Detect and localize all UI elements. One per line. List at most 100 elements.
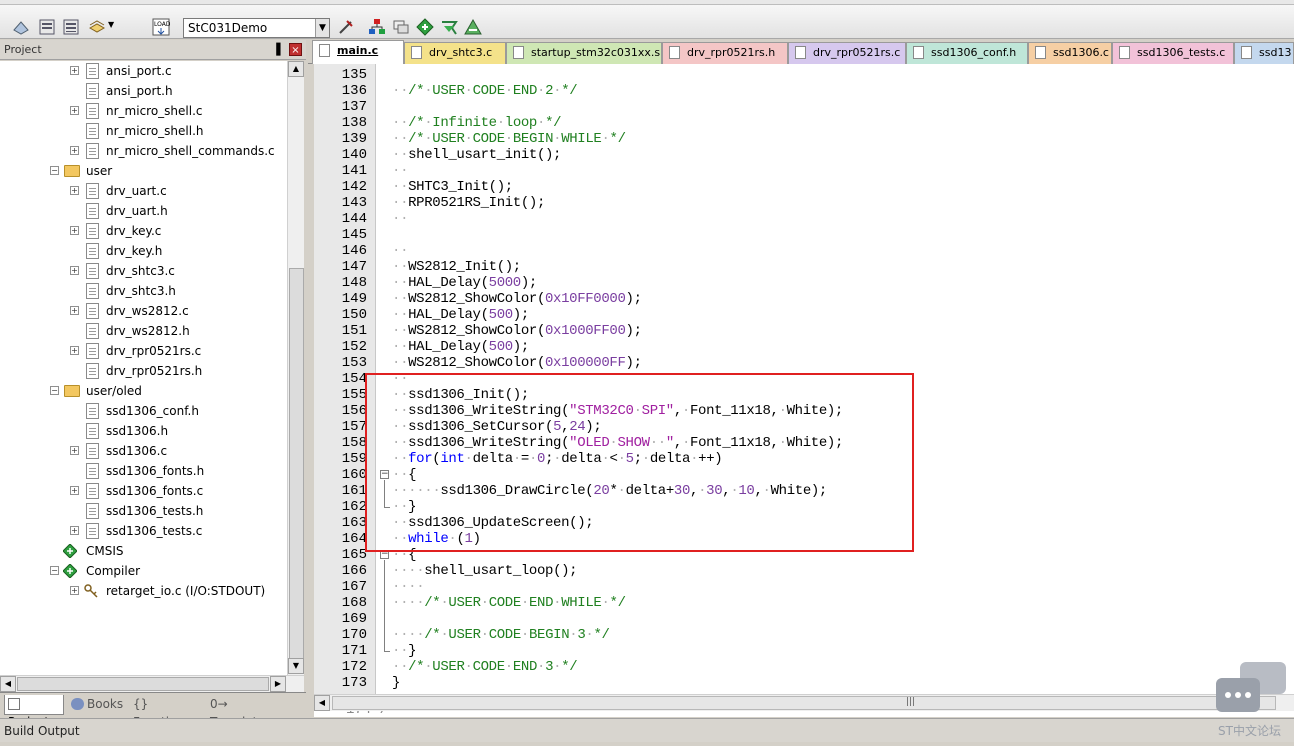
editor-tab[interactable]: drv_rpr0521rs.c — [788, 42, 906, 64]
expander-icon[interactable]: − — [50, 386, 59, 395]
scroll-left-icon[interactable]: ◀ — [0, 676, 16, 692]
expander-icon[interactable]: + — [70, 186, 79, 195]
code-line[interactable]: ··shell_usart_init(); — [392, 147, 561, 163]
manage-components-icon[interactable] — [368, 18, 386, 36]
scroll-up-icon[interactable]: ▲ — [288, 61, 304, 77]
scroll-left-icon[interactable]: ◀ — [314, 695, 330, 711]
build-output-header: Build Output — [0, 718, 1294, 742]
code-line[interactable]: ··/*·USER·CODE·BEGIN·WHILE·*/ — [392, 131, 626, 147]
scroll-thumb[interactable] — [17, 677, 269, 691]
expander-icon[interactable]: + — [70, 226, 79, 235]
editor-tab[interactable]: startup_stm32c031xx.s — [506, 42, 662, 64]
code-line[interactable]: ··WS2812_ShowColor(0x100000FF); — [392, 355, 642, 371]
expander-icon[interactable]: + — [70, 146, 79, 155]
folder-icon — [64, 165, 80, 177]
code-line[interactable]: } — [392, 675, 400, 691]
code-line[interactable]: ····/*·USER·CODE·END·WHILE·*/ — [392, 595, 626, 611]
editor-tab[interactable]: ssd1306_tests.c — [1112, 42, 1234, 64]
scroll-down-icon[interactable]: ▼ — [288, 658, 304, 674]
close-icon[interactable]: × — [289, 43, 302, 56]
fold-end — [384, 651, 390, 652]
code-line[interactable]: ···· — [392, 579, 425, 595]
code-line[interactable]: ··HAL_Delay(5000); — [392, 275, 537, 291]
rebuild-icon[interactable] — [62, 18, 80, 36]
editor-tab[interactable]: drv_shtc3.c — [404, 42, 506, 64]
code-line[interactable]: ··WS2812_ShowColor(0x1000FF00); — [392, 323, 642, 339]
panel-tab[interactable]: Books — [68, 695, 126, 715]
expander-icon[interactable]: + — [70, 446, 79, 455]
line-number: 143 — [341, 195, 367, 211]
code-line[interactable]: ·· — [392, 163, 408, 179]
tree-item-label: drv_rpr0521rs.c — [106, 344, 202, 358]
chevron-down-icon[interactable]: ▼ — [108, 20, 114, 29]
expander-icon[interactable]: + — [70, 486, 79, 495]
code-line[interactable]: ··SHTC3_Init(); — [392, 179, 513, 195]
window-layout-icon[interactable] — [392, 18, 410, 36]
load-icon[interactable]: LOAD — [152, 18, 170, 36]
file-icon — [86, 263, 99, 279]
expander-icon[interactable]: + — [70, 526, 79, 535]
key-icon — [84, 584, 98, 598]
code-line[interactable]: ··/*·USER·CODE·END·2·*/ — [392, 83, 578, 99]
file-icon — [86, 503, 99, 519]
code-line[interactable]: ····shell_usart_loop(); — [392, 563, 578, 579]
editor-horizontal-scrollbar[interactable]: ◀ ||| — [314, 694, 1294, 711]
options-icon[interactable] — [337, 18, 355, 36]
file-icon — [86, 143, 99, 159]
code-line[interactable]: ··WS2812_Init(); — [392, 259, 521, 275]
code-line[interactable]: ·· — [392, 211, 408, 227]
editor-tab[interactable]: drv_rpr0521rs.h — [662, 42, 788, 64]
scroll-thumb[interactable]: ||| — [332, 696, 1276, 710]
line-number: 172 — [341, 659, 367, 675]
code-line[interactable]: ··HAL_Delay(500); — [392, 307, 529, 323]
code-line[interactable]: ··WS2812_ShowColor(0x10FF0000); — [392, 291, 642, 307]
line-number: 146 — [341, 243, 367, 259]
expander-icon[interactable]: + — [70, 306, 79, 315]
debug-icon[interactable] — [416, 18, 434, 36]
books-icon — [71, 698, 84, 710]
code-line[interactable]: ··RPR0521RS_Init(); — [392, 195, 545, 211]
build-icon[interactable] — [38, 18, 56, 36]
file-icon — [86, 243, 99, 259]
svg-text:LOAD: LOAD — [154, 21, 170, 28]
code-line[interactable]: ··/*·USER·CODE·END·3·*/ — [392, 659, 578, 675]
panel-tab[interactable]: 0→ Templates — [207, 695, 287, 729]
line-number: 157 — [341, 419, 367, 435]
expander-icon[interactable]: + — [70, 266, 79, 275]
scroll-thumb[interactable] — [289, 268, 304, 668]
code-line[interactable]: ····/*·USER·CODE·BEGIN·3·*/ — [392, 627, 610, 643]
editor-tab[interactable]: ssd1306_conf.h — [906, 42, 1028, 64]
expander-icon[interactable]: + — [70, 66, 79, 75]
code-line[interactable]: ··HAL_Delay(500); — [392, 339, 529, 355]
code-line[interactable]: ··} — [392, 643, 417, 659]
tree-item-label: drv_ws2812.c — [106, 304, 189, 318]
line-number: 168 — [341, 595, 367, 611]
editor-tab[interactable]: ssd1306.c — [1028, 42, 1112, 64]
line-number: 154 — [341, 371, 367, 387]
chevron-down-icon[interactable]: ▼ — [315, 19, 329, 37]
editor-tab-label: startup_stm32c031xx.s — [531, 46, 661, 59]
editor-tab[interactable]: main.c — [312, 40, 404, 64]
editor-tab[interactable]: ssd13 — [1234, 42, 1294, 64]
tree-item-label: ssd1306_fonts.c — [106, 484, 204, 498]
scroll-right-icon[interactable]: ▶ — [270, 676, 286, 692]
code-line[interactable]: ··/*·Infinite·loop·*/ — [392, 115, 562, 131]
expander-icon[interactable]: − — [50, 166, 59, 175]
code-line[interactable]: ·· — [392, 243, 408, 259]
tree-item-label: user — [86, 164, 113, 178]
target-select[interactable]: StC031Demo ▼ — [183, 18, 330, 38]
download-icon[interactable] — [464, 18, 482, 36]
pin-icon[interactable]: ▐ — [272, 43, 280, 56]
panel-tab[interactable]: Project — [4, 695, 64, 729]
toolbar: ▼ LOAD StC031Demo ▼ — [0, 5, 1294, 39]
expander-icon[interactable]: + — [70, 106, 79, 115]
batch-build-icon[interactable] — [88, 18, 106, 36]
expander-icon[interactable]: − — [50, 566, 59, 575]
expander-icon[interactable]: + — [70, 586, 79, 595]
flash-icon[interactable] — [440, 18, 458, 36]
translate-icon[interactable] — [12, 18, 30, 36]
expander-icon[interactable]: + — [70, 346, 79, 355]
tree-horizontal-scrollbar[interactable]: ◀ ▶ — [0, 675, 304, 692]
panel-tab[interactable]: {} Functions — [130, 695, 204, 729]
tree-vertical-scrollbar[interactable]: ▲ ▼ — [287, 61, 304, 675]
